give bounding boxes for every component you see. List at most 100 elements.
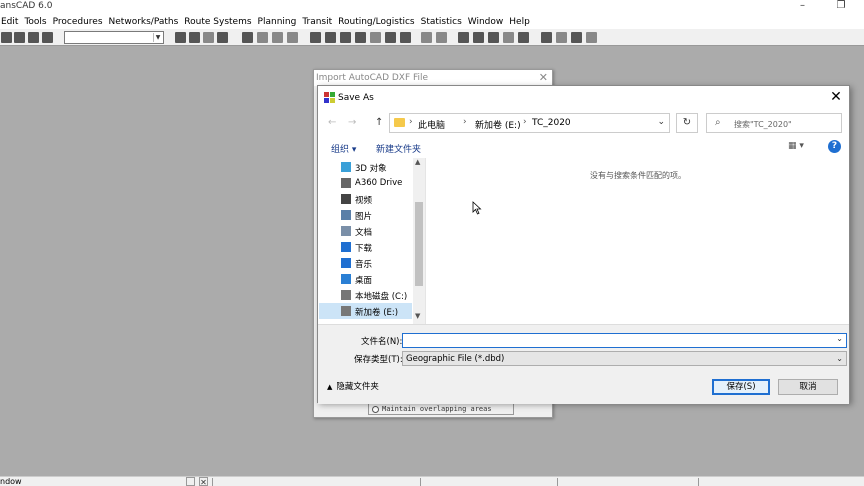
cloud-drive-icon [341,178,351,188]
restore-icon[interactable]: ❐ [834,0,848,14]
tree-item[interactable]: 新加卷 (E:) [319,303,412,319]
pin-icon[interactable] [355,32,366,43]
print-icon[interactable] [28,32,39,43]
documents-icon [341,226,351,236]
status-cell [420,478,557,486]
radio-icon[interactable] [372,406,379,413]
breadcrumb-separator: › [523,117,527,127]
up-arrow-icon[interactable]: ↑ [375,117,383,128]
circle-icon[interactable] [458,32,469,43]
network-icon[interactable] [586,32,597,43]
tree-item[interactable]: 图片 [319,207,412,223]
minimize-icon[interactable]: – [800,0,814,14]
tree-item[interactable]: 桌面 [319,271,412,287]
status-cell [212,478,420,486]
tree-item[interactable]: 3D 对象 [319,159,412,175]
zoom-icon[interactable] [203,32,214,43]
menu-routing-logistics[interactable]: Routing/Logistics [337,17,419,27]
refresh-button[interactable]: ↻ [676,113,698,133]
breadcrumb-tc2020[interactable]: TC_2020 [532,118,571,128]
menu-route-systems[interactable]: Route Systems [183,17,256,27]
3d-objects-icon [341,162,351,172]
new-folder-button[interactable]: 新建文件夹 [376,142,421,155]
hide-folders-toggle[interactable]: ▲ 隐藏文件夹 [327,380,379,392]
save-as-titlebar: Save As ✕ [318,86,849,110]
pane-divider[interactable] [425,158,426,324]
menu-transit[interactable]: Transit [301,17,337,27]
flag-icon[interactable] [488,32,499,43]
pattern-icon[interactable] [272,32,283,43]
forward-arrow-icon[interactable]: → [348,117,356,128]
menu-statistics[interactable]: Statistics [420,17,467,27]
music-icon [341,258,351,268]
square-icon[interactable] [473,32,484,43]
menu-networks-paths[interactable]: Networks/Paths [108,17,184,27]
navigation-tree: 3D 对象 A360 Drive 视频 图片文档 下载 音乐 桌面本地磁盘 (C:) 新加卷 … [319,158,425,324]
chart-icon[interactable] [518,32,529,43]
filetype-select[interactable]: Geographic File (*.dbd) ⌄ [402,351,847,366]
line-icon[interactable] [310,32,321,43]
open-folder-icon[interactable] [1,32,12,43]
grid-icon[interactable] [242,32,253,43]
node-icon[interactable] [287,32,298,43]
redo-icon[interactable] [436,32,447,43]
breadcrumb-this-pc[interactable]: 此电脑 [418,118,445,131]
menu-tools[interactable]: Tools [23,17,51,27]
scroll-up-icon[interactable]: ▲ [415,158,420,166]
close-icon[interactable]: ✕ [539,71,548,84]
menu-help[interactable]: Help [508,17,535,27]
maintain-overlapping-option[interactable]: Maintain overlapping areas [368,403,514,415]
link-icon[interactable] [541,32,552,43]
shape-icon[interactable] [340,32,351,43]
scroll-down-icon[interactable]: ▼ [415,312,420,320]
undo-icon[interactable] [421,32,432,43]
breadcrumb-separator: › [463,117,467,127]
tree-item-label: 本地磁盘 (C:) [355,292,408,302]
menu-procedures[interactable]: Procedures [52,17,108,27]
tree-scrollbar[interactable]: ▲ ▼ [413,158,425,324]
tree-item[interactable]: 下载 [319,239,412,255]
layer-combo[interactable]: ▼ [64,31,164,44]
map-icon[interactable] [189,32,200,43]
back-arrow-icon[interactable]: ← [328,117,336,128]
status-box-icon[interactable] [186,477,195,486]
menu-window[interactable]: Window [467,17,509,27]
chevron-down-icon: ▼ [153,33,162,42]
tree-item[interactable]: 视频 [319,191,412,207]
save-button[interactable]: 保存(S) [712,379,770,395]
breadcrumb-volume-e[interactable]: 新加卷 (E:) [475,118,521,131]
chevron-down-icon[interactable]: ⌄ [836,334,843,343]
view-options-button[interactable]: ▦ ▾ [788,141,804,151]
chevron-down-icon[interactable]: ⌄ [657,117,665,127]
layers-icon[interactable] [325,32,336,43]
menu-edit[interactable]: Edit [0,17,23,27]
close-icon[interactable]: ✕ [199,477,208,486]
merge-icon[interactable] [556,32,567,43]
tool-icon[interactable] [42,32,53,43]
tree-item[interactable]: 本地磁盘 (C:) [319,287,412,303]
filename-label: 文件名(N): [361,337,403,347]
close-icon[interactable]: ✕ [829,89,843,105]
edit-icon[interactable] [14,32,25,43]
tag-icon[interactable] [400,32,411,43]
tree-item[interactable]: 音乐 [319,255,412,271]
tree-item[interactable]: 文档 [319,223,412,239]
route-icon[interactable] [503,32,514,43]
binoculars-icon[interactable] [217,32,228,43]
tree-item-label: 文档 [355,228,373,238]
tree-item[interactable]: A360 Drive [319,175,412,191]
help-icon[interactable]: ? [828,140,841,153]
cancel-button[interactable]: 取消 [778,379,838,395]
split-icon[interactable] [571,32,582,43]
status-text: ndow [0,477,22,486]
dots-icon[interactable] [257,32,268,43]
search-box[interactable]: ⌕ 搜索"TC_2020" [706,113,842,133]
organize-button[interactable]: 组织 ▾ [331,142,356,155]
filename-input[interactable] [402,333,847,348]
scissors-icon[interactable] [385,32,396,43]
move-icon[interactable] [370,32,381,43]
select-icon[interactable] [175,32,186,43]
scrollbar-thumb[interactable] [415,202,423,286]
address-bar[interactable]: › 此电脑 › 新加卷 (E:) › TC_2020 ⌄ [389,113,670,133]
menu-planning[interactable]: Planning [257,17,302,27]
